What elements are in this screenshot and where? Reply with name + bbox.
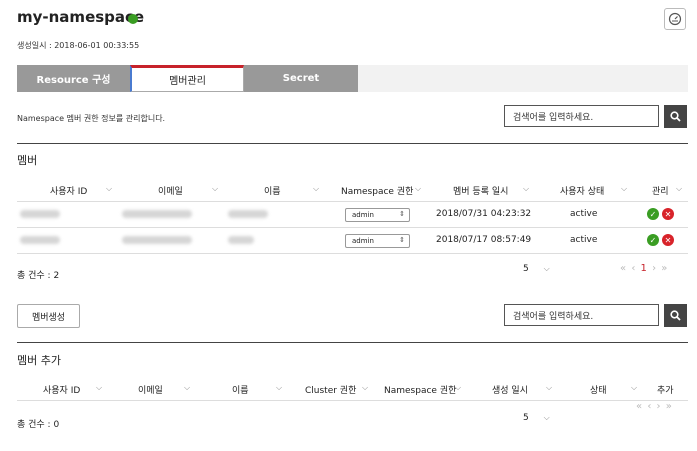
role-select-value: admin	[352, 211, 374, 219]
members-total-count: 총 건수 : 2	[17, 271, 60, 281]
search-icon	[670, 310, 681, 321]
col-registered[interactable]: 멤버 등록 일시	[453, 184, 508, 197]
confirm-icon[interactable]: ✓	[647, 234, 659, 246]
sort-chevron-icon[interactable]: ⌵	[523, 184, 529, 194]
sort-chevron-icon[interactable]: ⌵	[96, 383, 102, 393]
tab-resource[interactable]: Resource 구성	[17, 65, 130, 92]
next-page-icon[interactable]: ›	[657, 401, 662, 412]
prev-page-icon[interactable]: ‹	[647, 401, 652, 412]
tab-bar: Resource 구성 멤버관리 Secret	[17, 65, 688, 92]
last-page-icon[interactable]: »	[661, 263, 668, 274]
sort-chevron-icon[interactable]: ⌵	[212, 184, 218, 194]
member-search-input[interactable]: 검색어를 입력하세요.	[504, 105, 659, 127]
col-manage: 관리	[652, 187, 669, 197]
first-page-icon[interactable]: «	[636, 401, 643, 412]
role-select[interactable]: admin ⇕	[345, 234, 410, 248]
select-arrows-icon: ⇕	[399, 236, 405, 244]
section-divider	[17, 143, 688, 144]
sort-chevron-icon[interactable]: ⌵	[184, 383, 190, 393]
sort-chevron-icon[interactable]: ⌵	[546, 383, 552, 393]
page-description: Namespace 멤버 권한 정보를 관리합니다.	[17, 114, 166, 123]
add-members-total-count: 총 건수 : 0	[17, 420, 60, 430]
name-redacted	[228, 236, 254, 244]
row-divider	[17, 253, 688, 254]
col-cluster-role[interactable]: Cluster 권한	[305, 383, 356, 396]
user-id-redacted	[20, 210, 60, 218]
current-page[interactable]: 1	[641, 263, 648, 274]
add-members-section-title: 멤버 추가	[17, 354, 61, 367]
page-title: my-namespace	[17, 8, 145, 26]
section-divider	[17, 342, 688, 343]
user-status: active	[570, 235, 598, 245]
row-divider	[17, 227, 688, 228]
user-id-redacted	[20, 236, 60, 244]
page-size-select[interactable]: 5 ⌵	[523, 264, 550, 274]
prev-page-icon[interactable]: ‹	[631, 263, 636, 274]
chevron-down-icon: ⌵	[543, 264, 550, 273]
members-section-title: 멤버	[17, 154, 38, 167]
dashboard-icon	[668, 12, 682, 26]
sort-chevron-icon[interactable]: ⌵	[106, 184, 112, 194]
col-email[interactable]: 이메일	[158, 184, 183, 197]
email-redacted	[122, 236, 192, 244]
delete-icon[interactable]: ✕	[662, 208, 674, 220]
col-email[interactable]: 이메일	[138, 383, 163, 396]
last-page-icon[interactable]: »	[666, 401, 673, 412]
sort-chevron-icon[interactable]: ⌵	[415, 184, 421, 194]
col-created[interactable]: 생성 일시	[492, 383, 528, 396]
col-user-id[interactable]: 사용자 ID	[43, 383, 80, 396]
col-namespace-role[interactable]: Namespace 권한	[384, 383, 456, 396]
sort-chevron-icon[interactable]: ⌵	[455, 383, 461, 393]
col-user-id[interactable]: 사용자 ID	[50, 184, 87, 197]
next-page-icon[interactable]: ›	[652, 263, 657, 274]
role-select[interactable]: admin ⇕	[345, 208, 410, 222]
tab-members[interactable]: 멤버관리	[130, 65, 244, 92]
table-divider	[17, 201, 688, 202]
add-members-pagination: « ‹ › »	[636, 401, 673, 412]
role-select-value: admin	[352, 237, 374, 245]
add-member-search-button[interactable]	[664, 304, 687, 327]
select-arrows-icon: ⇕	[399, 210, 405, 218]
col-name[interactable]: 이름	[264, 184, 281, 197]
sort-chevron-icon[interactable]: ⌵	[676, 184, 682, 194]
first-page-icon[interactable]: «	[620, 263, 627, 274]
tab-secret[interactable]: Secret	[244, 65, 358, 92]
page-size-select[interactable]: 5 ⌵	[523, 413, 550, 423]
created-timestamp: 생성일시 : 2018-06-01 00:33:55	[17, 41, 140, 50]
search-icon	[670, 111, 681, 122]
registered-time: 2018/07/31 04:23:32	[436, 209, 532, 219]
chevron-down-icon: ⌵	[543, 413, 550, 422]
col-name[interactable]: 이름	[232, 383, 249, 396]
sort-chevron-icon[interactable]: ⌵	[276, 383, 282, 393]
registered-time: 2018/07/17 08:57:49	[436, 235, 532, 245]
col-user-status[interactable]: 사용자 상태	[560, 184, 604, 197]
status-indicator	[128, 14, 138, 24]
add-member-search-input[interactable]: 검색어를 입력하세요.	[504, 304, 659, 326]
user-status: active	[570, 209, 598, 219]
col-namespace-role[interactable]: Namespace 권한	[341, 184, 413, 197]
sort-chevron-icon[interactable]: ⌵	[362, 383, 368, 393]
table-divider	[17, 400, 688, 401]
page-size-value: 5	[523, 413, 529, 423]
sort-chevron-icon[interactable]: ⌵	[631, 383, 637, 393]
col-status[interactable]: 상태	[590, 383, 607, 396]
confirm-icon[interactable]: ✓	[647, 208, 659, 220]
dashboard-button[interactable]	[664, 8, 686, 30]
name-redacted	[228, 210, 268, 218]
sort-chevron-icon[interactable]: ⌵	[621, 184, 627, 194]
delete-icon[interactable]: ✕	[662, 234, 674, 246]
email-redacted	[122, 210, 192, 218]
col-add: 추가	[657, 386, 674, 396]
create-member-button[interactable]: 멤버생성	[17, 304, 80, 328]
page-size-value: 5	[523, 264, 529, 274]
sort-chevron-icon[interactable]: ⌵	[313, 184, 319, 194]
pagination: « ‹ 1 › »	[620, 263, 668, 274]
member-search-button[interactable]	[664, 105, 687, 128]
